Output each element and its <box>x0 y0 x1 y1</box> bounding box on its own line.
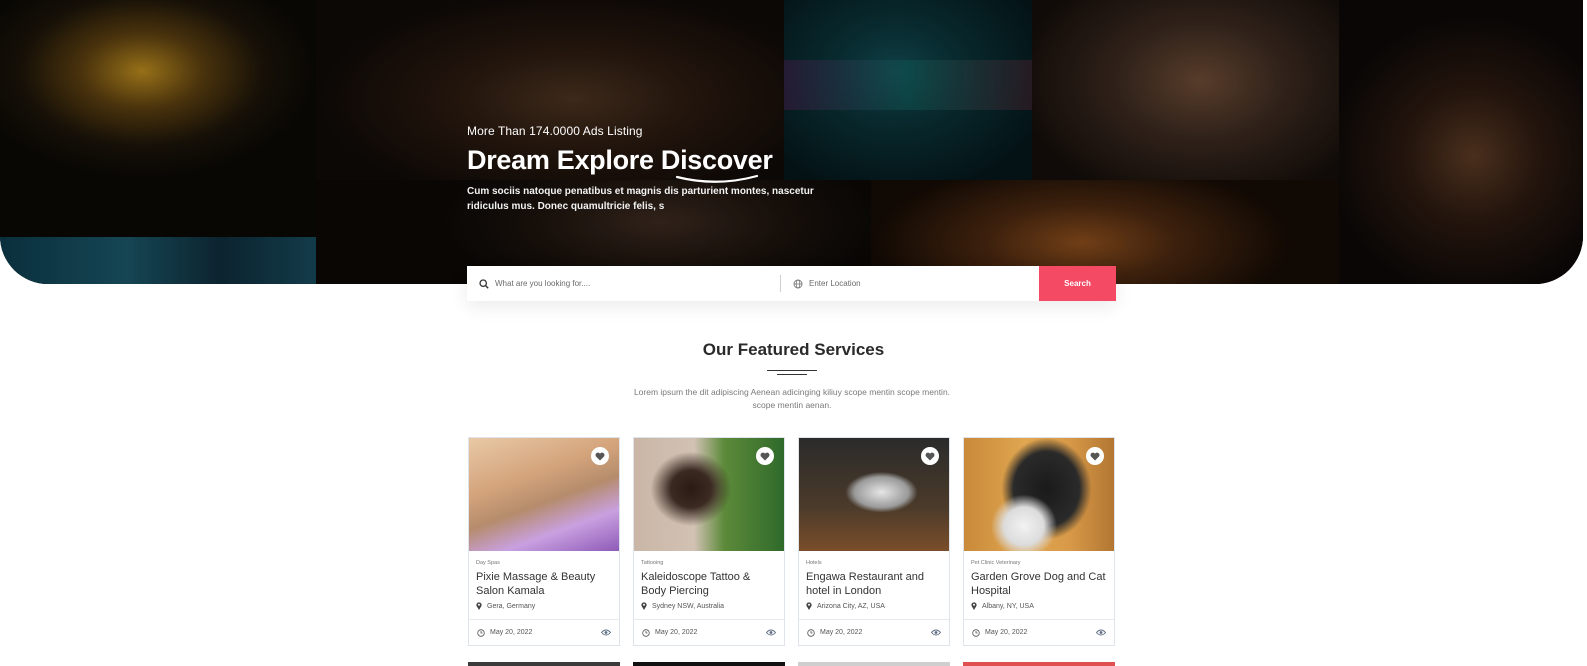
hero-headline: Dream Explore Discover <box>467 145 773 183</box>
clock-icon <box>642 628 650 637</box>
listing-card-preview[interactable] <box>468 662 620 666</box>
listing-location-text: Gera, Germany <box>487 602 536 610</box>
listing-card-preview[interactable] <box>963 662 1115 666</box>
clock-icon <box>477 628 485 637</box>
listing-location-text: Arizona City, AZ, USA <box>817 602 885 610</box>
listing-category[interactable]: Tattooing <box>641 560 777 566</box>
listing-location-text: Albany, NY, USA <box>982 602 1034 610</box>
favorite-button[interactable] <box>1086 447 1104 465</box>
listing-date: May 20, 2022 <box>477 628 533 637</box>
heart-icon <box>760 452 770 460</box>
eye-icon[interactable] <box>766 629 776 636</box>
listing-title[interactable]: Kaleidoscope Tattoo & Body Piercing <box>641 570 777 598</box>
location-field <box>780 275 1039 292</box>
listing-grid: Day Spas Pixie Massage & Beauty Salon Ka… <box>468 437 1115 646</box>
listing-location-text: Sydney NSW, Australia <box>652 602 724 610</box>
listing-location: Albany, NY, USA <box>971 602 1107 610</box>
favorite-button[interactable] <box>756 447 774 465</box>
clock-icon <box>972 628 980 637</box>
map-pin-icon <box>971 602 977 610</box>
hero-content: More Than 174.0000 Ads Listing Dream Exp… <box>467 124 867 214</box>
listing-date-text: May 20, 2022 <box>655 629 698 636</box>
eye-icon[interactable] <box>601 629 611 636</box>
listing-footer: May 20, 2022 <box>799 619 949 645</box>
keyword-input[interactable] <box>495 279 715 288</box>
listing-title[interactable]: Pixie Massage & Beauty Salon Kamala <box>476 570 612 598</box>
listing-date-text: May 20, 2022 <box>490 629 533 636</box>
listing-image[interactable] <box>964 438 1114 551</box>
listing-card[interactable]: Pet Clinic Veterinary Garden Grove Dog a… <box>963 437 1115 646</box>
listing-image[interactable] <box>469 438 619 551</box>
section-title: Our Featured Services <box>702 340 885 359</box>
hero-description: Cum sociis natoque penatibus et magnis d… <box>467 186 814 212</box>
listing-category[interactable]: Hotels <box>806 560 942 566</box>
search-bar: Search <box>467 266 1116 301</box>
listing-body: Hotels Engawa Restaurant and hotel in Lo… <box>799 551 949 621</box>
heart-icon <box>595 452 605 460</box>
listing-title[interactable]: Garden Grove Dog and Cat Hospital <box>971 570 1107 598</box>
listing-date: May 20, 2022 <box>972 628 1028 637</box>
keyword-field <box>467 266 780 301</box>
underline-swash-icon <box>675 174 759 183</box>
heart-icon <box>1090 452 1100 460</box>
listing-body: Pet Clinic Veterinary Garden Grove Dog a… <box>964 551 1114 621</box>
globe-icon <box>793 279 803 288</box>
search-button[interactable]: Search <box>1039 266 1116 301</box>
map-pin-icon <box>806 602 812 610</box>
listing-category[interactable]: Day Spas <box>476 560 612 566</box>
listing-footer: May 20, 2022 <box>634 619 784 645</box>
listing-body: Day Spas Pixie Massage & Beauty Salon Ka… <box>469 551 619 621</box>
listing-grid-row-2 <box>468 662 1115 666</box>
listing-card[interactable]: Hotels Engawa Restaurant and hotel in Lo… <box>798 437 950 646</box>
map-pin-icon <box>641 602 647 610</box>
hero-headline-text: Dream Explore Discover <box>467 145 773 175</box>
map-pin-icon <box>476 602 482 610</box>
listing-location: Sydney NSW, Australia <box>641 602 777 610</box>
hero-eyebrow: More Than 174.0000 Ads Listing <box>467 124 643 138</box>
clock-icon <box>807 628 815 637</box>
listing-image[interactable] <box>799 438 949 551</box>
listing-body: Tattooing Kaleidoscope Tattoo & Body Pie… <box>634 551 784 621</box>
listing-date: May 20, 2022 <box>642 628 698 637</box>
listing-date-text: May 20, 2022 <box>985 629 1028 636</box>
eye-icon[interactable] <box>931 629 941 636</box>
listing-card-preview[interactable] <box>798 662 950 666</box>
listing-footer: May 20, 2022 <box>469 619 619 645</box>
listing-date: May 20, 2022 <box>807 628 863 637</box>
listing-title[interactable]: Engawa Restaurant and hotel in London <box>806 570 942 598</box>
hero-banner: More Than 174.0000 Ads Listing Dream Exp… <box>0 0 1583 284</box>
favorite-button[interactable] <box>591 447 609 465</box>
listing-card[interactable]: Tattooing Kaleidoscope Tattoo & Body Pie… <box>633 437 785 646</box>
listing-location: Gera, Germany <box>476 602 612 610</box>
listing-category[interactable]: Pet Clinic Veterinary <box>971 560 1107 566</box>
heart-icon <box>925 452 935 460</box>
title-divider <box>767 370 817 375</box>
eye-icon[interactable] <box>1096 629 1106 636</box>
section-subtitle: Lorem ipsum the dit adipiscing Aenean ad… <box>633 387 951 410</box>
location-input[interactable] <box>809 279 1029 288</box>
search-icon <box>479 278 489 289</box>
listing-card-preview[interactable] <box>633 662 785 666</box>
listing-location: Arizona City, AZ, USA <box>806 602 942 610</box>
listing-footer: May 20, 2022 <box>964 619 1114 645</box>
listing-card[interactable]: Day Spas Pixie Massage & Beauty Salon Ka… <box>468 437 620 646</box>
listing-date-text: May 20, 2022 <box>820 629 863 636</box>
favorite-button[interactable] <box>921 447 939 465</box>
listing-image[interactable] <box>634 438 784 551</box>
